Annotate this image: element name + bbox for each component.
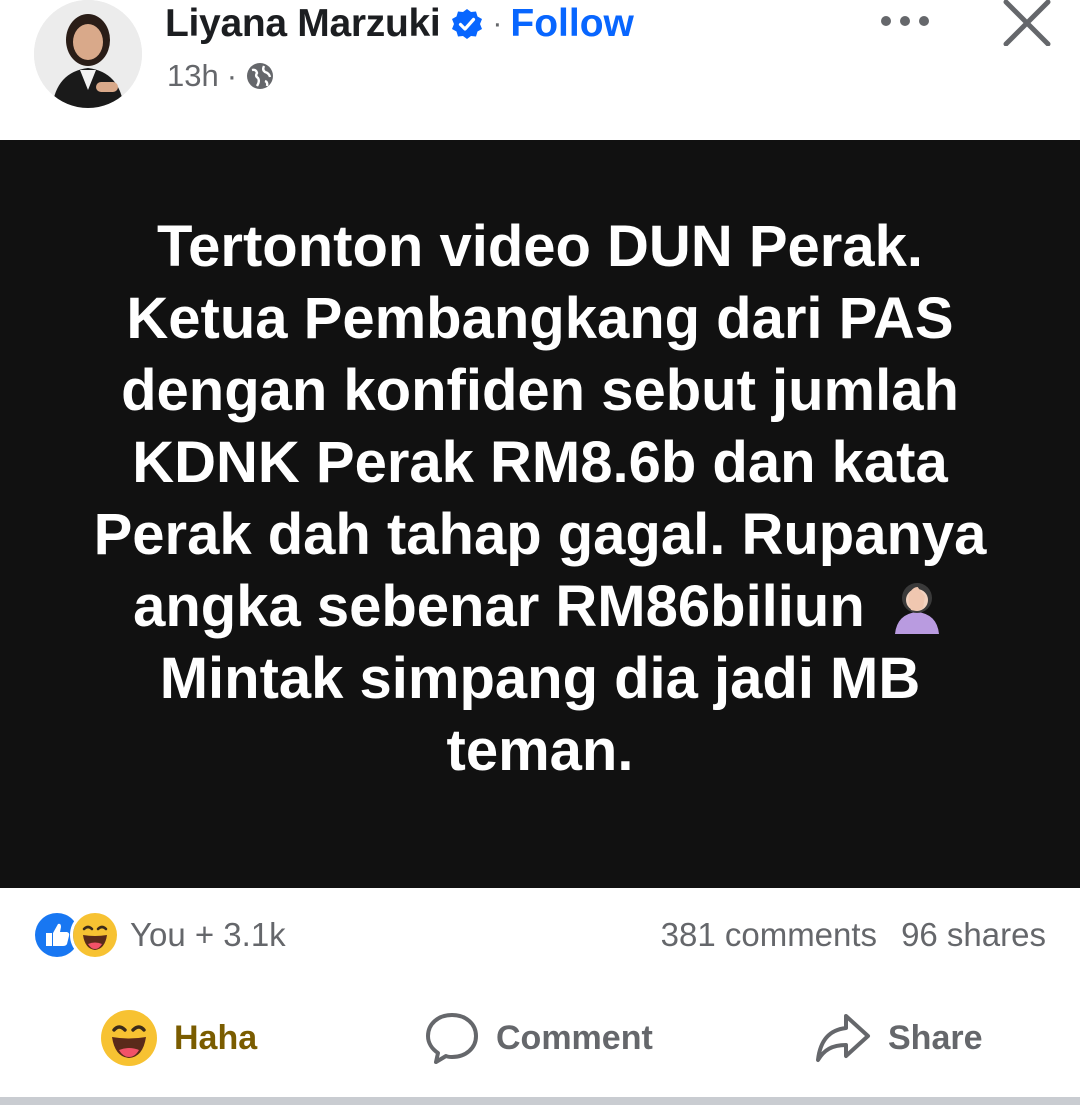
comment-icon: [426, 1013, 478, 1064]
action-bar: Haha Comment Share: [0, 990, 1080, 1090]
author-name[interactable]: Liyana Marzuki: [165, 2, 441, 46]
haha-label: Haha: [174, 1018, 258, 1057]
post-line: Tertonton video DUN Perak.: [157, 214, 923, 279]
post-line: KDNK Perak RM8.6b dan kata: [132, 430, 948, 495]
facepalm-emoji-icon: [887, 574, 947, 634]
post-line-with-emoji: angka sebenar RM86biliun: [60, 571, 1020, 643]
name-separator: ·: [492, 7, 503, 40]
shares-count[interactable]: 96 shares: [901, 916, 1046, 954]
haha-icon: [101, 1010, 157, 1066]
close-icon[interactable]: [998, 0, 1056, 47]
post-header: Liyana Marzuki · Follow 13h ·: [0, 0, 1080, 140]
comment-label: Comment: [496, 1018, 653, 1057]
share-label: Share: [888, 1018, 983, 1057]
post-meta: 13h ·: [167, 58, 275, 94]
divider: [0, 1097, 1080, 1105]
post-line: dengan konfiden sebut jumlah: [121, 358, 959, 423]
share-icon: [816, 1014, 870, 1062]
reactions-summary[interactable]: You + 3.1k: [32, 910, 286, 960]
post-stats: You + 3.1k 381 comments 96 shares: [0, 888, 1080, 980]
post-line: Perak dah tahap gagal. Rupanya: [93, 502, 987, 567]
post-text: Tertonton video DUN Perak. Ketua Pembang…: [60, 211, 1020, 787]
post-line: Ketua Pembangkang dari PAS: [126, 286, 954, 351]
timestamp[interactable]: 13h: [167, 58, 219, 94]
haha-reaction-icon: [70, 910, 120, 960]
post-line: angka sebenar RM86biliun: [133, 574, 865, 639]
comment-button[interactable]: Comment: [424, 1000, 653, 1076]
post-content[interactable]: Tertonton video DUN Perak. Ketua Pembang…: [0, 140, 1080, 888]
follow-button[interactable]: Follow: [510, 2, 633, 46]
verified-badge-icon: [450, 7, 484, 41]
comments-count[interactable]: 381 comments: [661, 916, 877, 954]
more-options-icon[interactable]: [876, 6, 936, 36]
reaction-count: You + 3.1k: [130, 916, 286, 953]
meta-separator: ·: [226, 58, 238, 93]
engagement-counts: 381 comments 96 shares: [661, 916, 1046, 954]
author-row: Liyana Marzuki · Follow: [165, 0, 634, 48]
haha-button[interactable]: Haha: [100, 1000, 257, 1076]
post-line: Mintak simpang dia jadi MB: [159, 646, 921, 711]
avatar[interactable]: [34, 0, 142, 108]
post-line: teman.: [446, 718, 634, 783]
globe-icon: [245, 61, 275, 91]
share-button[interactable]: Share: [814, 1000, 983, 1076]
